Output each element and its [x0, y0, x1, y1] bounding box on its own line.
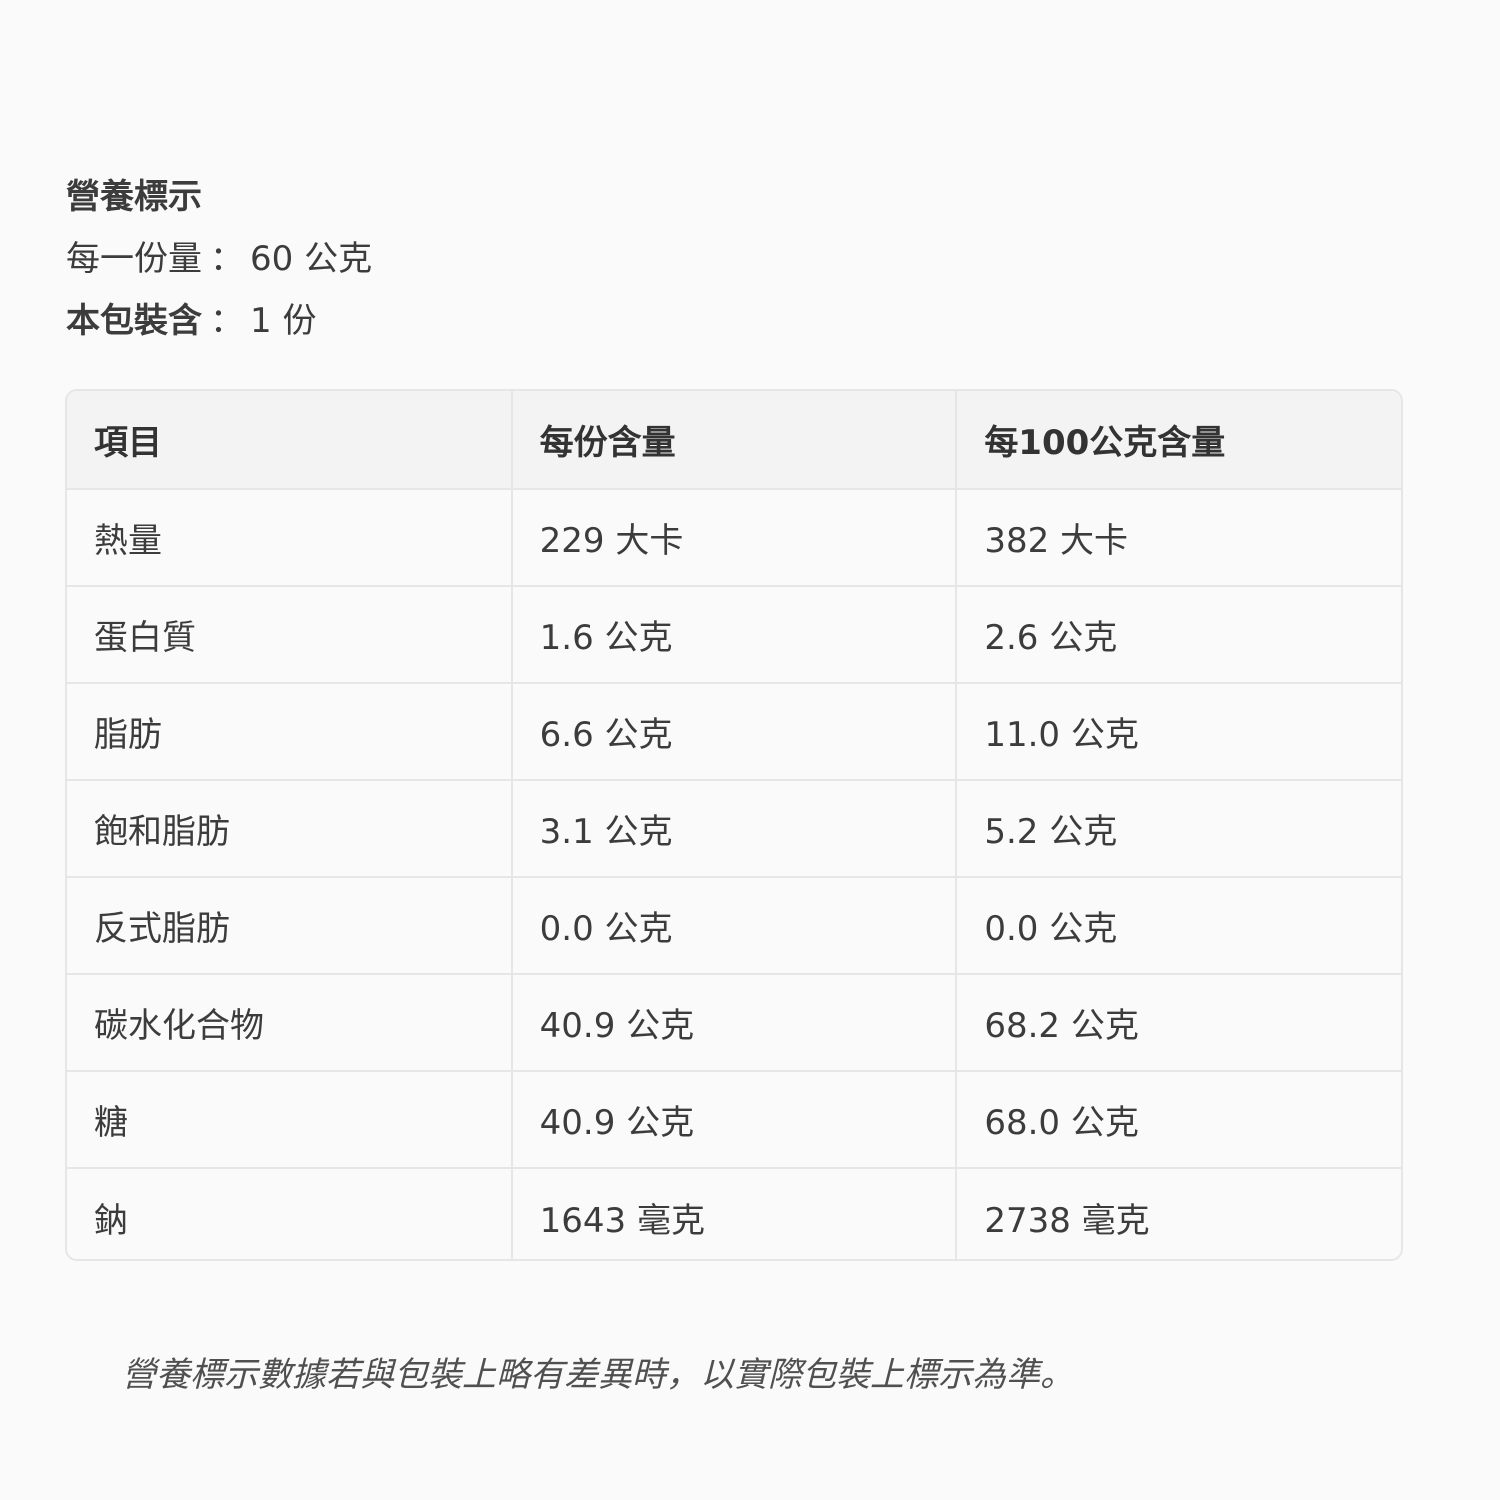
serving-size-separator: ：: [210, 239, 244, 279]
table-row: 飽和脂肪 3.1 公克 5.2 公克: [67, 780, 1401, 878]
table-row: 糖 40.9 公克 68.0 公克: [67, 1071, 1401, 1169]
cell-item: 糖: [67, 1071, 513, 1169]
table-row: 碳水化合物 40.9 公克 68.2 公克: [67, 974, 1401, 1072]
serving-size-line: 每一份量： 60 公克: [66, 228, 372, 290]
servings-per-package-separator: ：: [210, 301, 244, 341]
cell-item: 飽和脂肪: [67, 780, 513, 878]
cell-per-100g: 0.0 公克: [956, 877, 1401, 975]
cell-item: 反式脂肪: [67, 877, 513, 975]
footnote: 營養標示數據若與包裝上略有差異時，以實際包裝上標示為準。: [122, 1355, 1074, 1395]
table-row: 脂肪 6.6 公克 11.0 公克: [67, 683, 1401, 781]
serving-size-label: 每一份量: [66, 239, 202, 279]
table-row: 反式脂肪 0.0 公克 0.0 公克: [67, 877, 1401, 975]
servings-per-package-value: 1 份: [250, 301, 317, 341]
table-row: 鈉 1643 毫克 2738 毫克: [67, 1168, 1401, 1259]
cell-per-100g: 5.2 公克: [956, 780, 1401, 878]
servings-per-package-label: 本包裝含: [66, 301, 202, 341]
cell-per-serving: 6.6 公克: [511, 683, 958, 781]
cell-item: 脂肪: [67, 683, 513, 781]
cell-per-100g: 11.0 公克: [956, 683, 1401, 781]
nutrition-title: 營養標示: [66, 177, 202, 217]
column-header-per-serving: 每份含量: [511, 391, 958, 490]
table-row: 熱量 229 大卡 382 大卡: [67, 489, 1401, 587]
cell-per-100g: 2738 毫克: [984, 1200, 1150, 1241]
cell-per-serving: 1643 毫克: [511, 1168, 958, 1259]
cell-item: 熱量: [67, 489, 513, 587]
cell-per-serving: 3.1 公克: [511, 780, 958, 878]
cell-item: 碳水化合物: [67, 974, 513, 1072]
table-header-row: 項目 每份含量 每100公克含量: [67, 391, 1401, 490]
column-header-item: 項目: [67, 391, 513, 490]
cell-per-serving: 229 大卡: [511, 489, 958, 587]
cell-per-100g: 68.2 公克: [956, 974, 1401, 1072]
cell-item: 鈉: [67, 1168, 513, 1259]
cell-per-100g: 2.6 公克: [956, 586, 1401, 684]
cell-item: 蛋白質: [67, 586, 513, 684]
nutrition-header: 營養標示 每一份量： 60 公克 本包裝含： 1 份: [66, 166, 372, 352]
column-header-per-100g: 每100公克含量: [956, 391, 1401, 490]
cell-per-serving: 40.9 公克: [511, 974, 958, 1072]
serving-size-value: 60 公克: [250, 239, 373, 279]
table-row: 蛋白質 1.6 公克 2.6 公克: [67, 586, 1401, 684]
cell-per-100g: 382 大卡: [956, 489, 1401, 587]
nutrition-table: 項目 每份含量 每100公克含量 熱量 229 大卡 382 大卡 蛋白質 1.…: [67, 391, 1401, 1259]
cell-per-serving: 1.6 公克: [511, 586, 958, 684]
cell-per-100g: 68.0 公克: [956, 1071, 1401, 1169]
nutrition-table-container: 項目 每份含量 每100公克含量 熱量 229 大卡 382 大卡 蛋白質 1.…: [65, 389, 1403, 1261]
cell-per-serving: 40.9 公克: [511, 1071, 958, 1169]
cell-per-serving: 0.0 公克: [511, 877, 958, 975]
servings-per-package-line: 本包裝含： 1 份: [66, 290, 372, 352]
